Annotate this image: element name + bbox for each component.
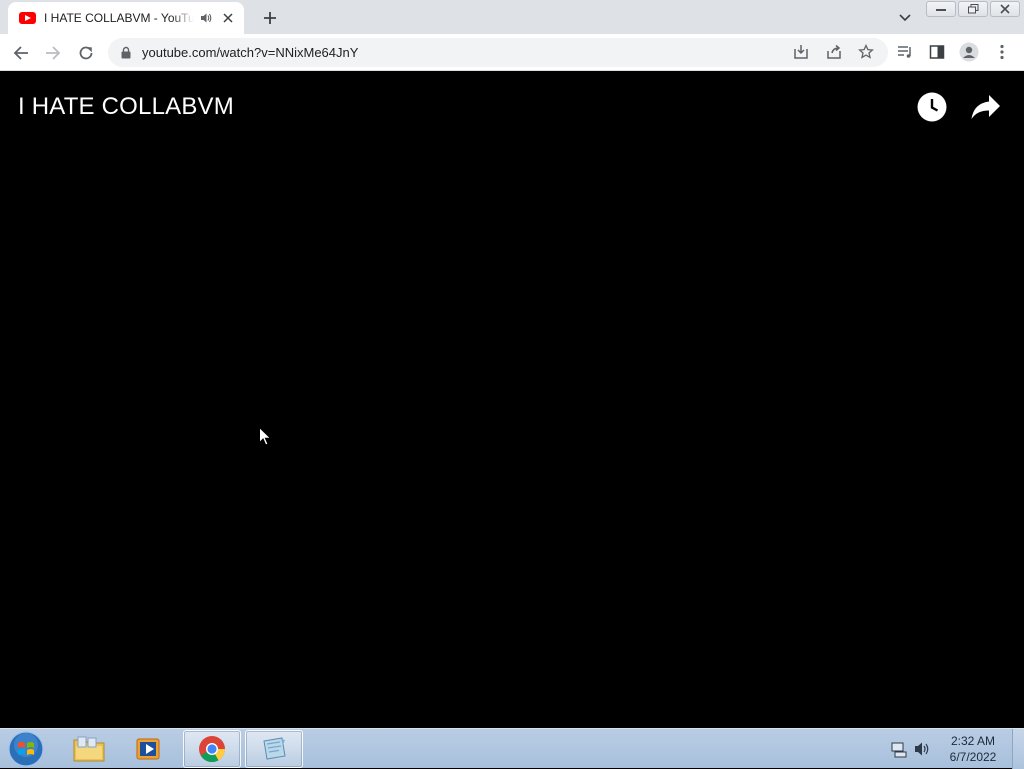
- show-desktop-button[interactable]: [1012, 729, 1024, 769]
- share-page-icon[interactable]: [823, 41, 845, 63]
- tab-title: I HATE COLLABVM - YouTube: [44, 11, 194, 25]
- minimize-button[interactable]: [926, 1, 956, 17]
- address-bar[interactable]: youtube.com/watch?v=NNixMe64JnY: [108, 38, 888, 67]
- chrome-icon: [199, 736, 226, 763]
- window-controls: [926, 1, 1020, 17]
- share-icon[interactable]: [969, 90, 1003, 124]
- profile-avatar-icon[interactable]: [958, 41, 980, 63]
- start-button[interactable]: [6, 731, 46, 767]
- youtube-favicon-icon: [19, 12, 36, 24]
- restore-button[interactable]: [958, 1, 988, 17]
- taskbar-explorer-button[interactable]: [60, 730, 118, 768]
- speaker-icon[interactable]: [198, 10, 214, 26]
- forward-button[interactable]: [40, 40, 66, 66]
- clock-time: 2:32 AM: [950, 734, 996, 748]
- side-panel-icon[interactable]: [926, 41, 948, 63]
- folder-icon: [73, 736, 105, 762]
- taskbar-control-panel-button[interactable]: [245, 730, 303, 768]
- windows-logo-icon: [8, 731, 44, 767]
- media-player-icon: [136, 738, 160, 760]
- new-tab-button[interactable]: [258, 6, 282, 30]
- video-player[interactable]: I HATE COLLABVM: [0, 72, 1024, 728]
- taskbar-chrome-button[interactable]: [183, 730, 241, 768]
- network-icon[interactable]: [890, 740, 908, 758]
- reload-button[interactable]: [73, 40, 99, 66]
- back-button[interactable]: [8, 40, 34, 66]
- close-tab-icon[interactable]: [220, 10, 236, 26]
- taskbar-media-player-button[interactable]: [120, 730, 178, 768]
- notepad-window-icon: [263, 737, 286, 760]
- mouse-cursor-icon: [259, 427, 271, 446]
- clock-date: 6/7/2022: [949, 750, 997, 764]
- menu-kebab-icon[interactable]: [991, 41, 1013, 63]
- system-clock[interactable]: 2:32 AM 6/7/2022: [944, 733, 1002, 765]
- url-text: youtube.com/watch?v=NNixMe64JnY: [142, 45, 359, 60]
- watch-later-icon[interactable]: [915, 90, 949, 124]
- bookmark-star-icon[interactable]: [855, 41, 877, 63]
- close-window-button[interactable]: [990, 1, 1020, 17]
- media-control-icon[interactable]: [894, 41, 916, 63]
- volume-icon[interactable]: [913, 740, 931, 758]
- tab-search-chevron-down-icon[interactable]: [895, 8, 915, 28]
- taskbar: 2:32 AM 6/7/2022: [0, 728, 1024, 769]
- tab-strip: I HATE COLLABVM - YouTube: [0, 0, 1024, 34]
- install-download-icon[interactable]: [790, 41, 812, 63]
- lock-icon[interactable]: [120, 46, 132, 60]
- browser-tab[interactable]: I HATE COLLABVM - YouTube: [8, 2, 244, 34]
- browser-toolbar: youtube.com/watch?v=NNixMe64JnY: [0, 34, 1024, 71]
- video-title[interactable]: I HATE COLLABVM: [18, 93, 234, 121]
